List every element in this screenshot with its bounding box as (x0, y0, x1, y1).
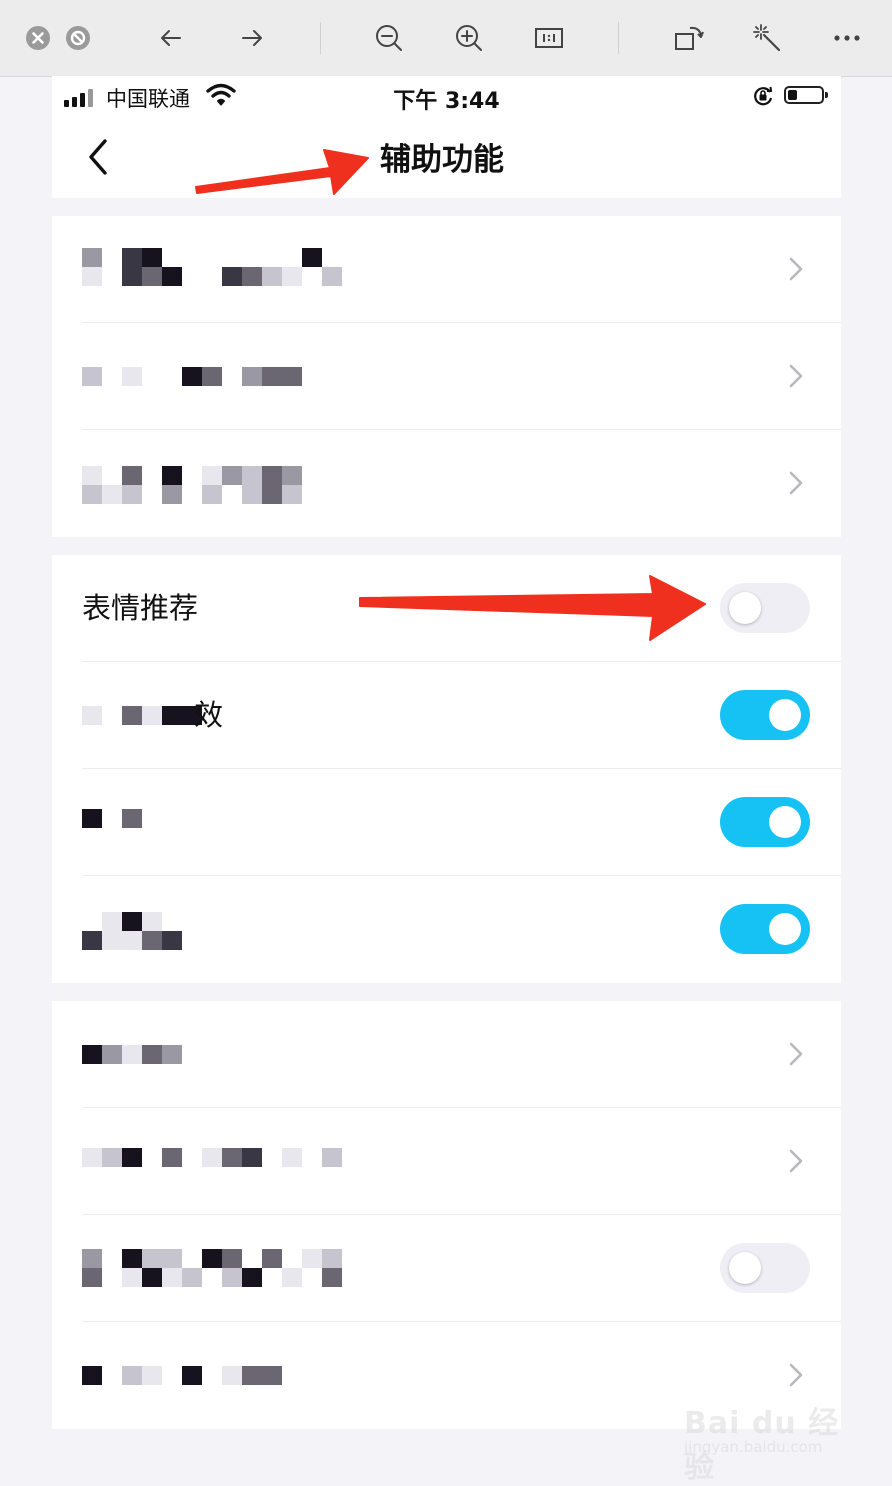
settings-row-chevron[interactable] (52, 430, 841, 537)
settings-row-chevron[interactable] (52, 323, 841, 430)
zoom-in-icon[interactable] (450, 19, 488, 57)
pixelated-label (82, 367, 342, 386)
battery-icon (784, 86, 828, 104)
chevron-right-icon (788, 256, 804, 286)
emoji-recommend-toggle[interactable] (720, 583, 810, 633)
magic-wand-icon[interactable] (748, 19, 786, 57)
rotate-icon[interactable] (670, 19, 708, 57)
settings-row-emoji-recommend[interactable]: 表情推荐 (52, 555, 841, 662)
arrow-left-icon[interactable] (152, 19, 190, 57)
block-circle-icon[interactable] (59, 19, 97, 57)
settings-toggle[interactable] (720, 1243, 810, 1293)
pixelated-label (82, 248, 342, 286)
settings-row-toggle[interactable]: 效 (52, 662, 841, 769)
chevron-right-icon (788, 470, 804, 500)
watermark-url: jingyan.baidu.com (684, 1438, 823, 1456)
chevron-left-icon (89, 139, 107, 175)
settings-row-chevron[interactable] (52, 1108, 841, 1215)
orientation-lock-icon (752, 85, 774, 111)
chevron-right-icon (788, 363, 804, 393)
actual-size-icon[interactable] (530, 19, 568, 57)
status-bar: 中国联通 下午 3:44 (52, 76, 841, 120)
settings-row-chevron[interactable] (52, 1001, 841, 1108)
section-gap (52, 537, 841, 555)
page-title: 辅助功能 (380, 142, 504, 178)
pixelated-label (82, 1148, 342, 1167)
settings-toggle[interactable] (720, 797, 810, 847)
label-visible-fragment: 效 (194, 698, 224, 732)
pixelated-label (82, 1045, 342, 1064)
emoji-recommend-label: 表情推荐 (82, 591, 199, 625)
settings-toggle[interactable] (720, 904, 810, 954)
close-circle-icon[interactable] (19, 19, 57, 57)
toolbar-separator (618, 22, 619, 54)
settings-row-toggle[interactable] (52, 769, 841, 876)
chevron-right-icon (788, 1148, 804, 1178)
pixelated-label (82, 809, 342, 828)
chevron-right-icon (788, 1362, 804, 1392)
settings-row-toggle[interactable] (52, 876, 841, 983)
phone-screen: 中国联通 下午 3:44 辅助功能 表情推荐 效 (52, 76, 841, 1478)
section-gap (52, 983, 841, 1001)
section-gap (52, 198, 841, 216)
more-icon[interactable] (828, 19, 866, 57)
pixelated-label (82, 912, 342, 950)
back-button[interactable] (78, 132, 118, 182)
image-viewer-toolbar (0, 0, 892, 77)
settings-row-chevron[interactable] (52, 216, 841, 323)
zoom-out-icon[interactable] (370, 19, 408, 57)
settings-row-toggle[interactable] (52, 1215, 841, 1322)
pixelated-label (82, 1249, 342, 1287)
status-time: 下午 3:44 (393, 89, 500, 114)
pixelated-label (82, 466, 342, 504)
baidu-watermark: Bai du 经验 jingyan.baidu.com (684, 1392, 844, 1485)
arrow-right-icon[interactable] (233, 19, 271, 57)
settings-toggle[interactable] (720, 690, 810, 740)
navigation-bar: 辅助功能 (52, 120, 841, 198)
pixelated-label (82, 1366, 342, 1385)
chevron-right-icon (788, 1041, 804, 1071)
toolbar-separator (320, 22, 321, 54)
